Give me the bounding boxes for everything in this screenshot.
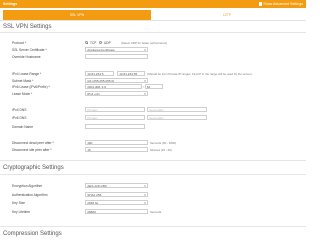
subnet-select[interactable]: /24 (255.255.255.0) ▾ [85,77,148,83]
idle-peer-hint: Minutes (15 - 60) [150,148,172,153]
enc-select[interactable]: AES-128-CBC ▾ [85,183,148,189]
section-divider [0,173,306,175]
key-life-input[interactable]: 28800 [85,208,148,214]
tab-ssl-vpn[interactable]: SSL VPN [3,10,151,20]
compression-section-title: Compression Settings [3,231,62,237]
subnet-label: Subnet Mask * [12,78,34,83]
domain-input[interactable] [85,123,145,129]
tab-l2tp[interactable]: L2TP [152,10,302,20]
enc-label: Encryption Algorithm [12,184,43,188]
cert-value: ApplianceCertificate [87,48,115,52]
top-bar: Settings Show Advanced Settings [0,0,306,8]
ipv4-lease-hint: (Should be from Private IP ranges. First… [147,72,253,77]
ipv4-lease-start-input[interactable]: 10.81.234.5 [85,71,114,77]
lease-mode-label: Lease Mode * [12,91,33,96]
ipv4-lease-end-input[interactable]: 10.81.234.55 [117,71,145,77]
key-size-label: Key Size [12,201,26,205]
protocol-hint: (Select UDP for better performance) [121,41,168,46]
section-divider [0,226,306,227]
cert-select[interactable]: ApplianceCertificate ▾ [85,47,148,53]
chevron-down-icon: ▾ [144,184,146,188]
lease-mode-value: IPv4 only [87,91,100,96]
dead-peer-input[interactable]: 180 [85,140,148,146]
protocol-udp-label: UDP [104,41,111,45]
chevron-down-icon: ▾ [144,91,146,96]
ipv4-dns-primary-input[interactable]: Primary [85,106,145,112]
hostname-label: Override Hostname [12,55,41,59]
ipv6-prefix-input[interactable]: 64 [144,84,163,90]
subnet-value: /24 (255.255.255.0) [87,78,115,83]
protocol-label: Protocol * [12,41,27,45]
key-size-select[interactable]: 2048 bit ▾ [85,200,148,206]
cert-label: SSL Server Certificate * [12,48,47,52]
idle-peer-label: Disconnect idle peer after * [12,148,52,152]
key-life-hint: Seconds [150,209,162,214]
lease-mode-select[interactable]: IPv4 only ▾ [85,90,148,96]
ipv6-lease-input[interactable]: 2001:db8::1:0 [85,84,142,90]
domain-label: Domain Name [12,124,34,129]
chevron-down-icon: ▾ [144,78,146,83]
ipv4-dns-secondary-input[interactable]: Secondary [147,106,207,112]
chevron-down-icon: ▾ [144,192,146,197]
checkbox-icon[interactable] [258,2,263,6]
ipv4-dns-label: IPv4 DNS [12,107,27,112]
ipv6-dns-primary-input[interactable]: Primary [85,115,145,121]
chevron-down-icon: ▾ [144,201,146,205]
hostname-input[interactable] [85,54,148,60]
auth-select[interactable]: SHA2 256 ▾ [85,191,148,197]
auth-label: Authentication Algorithm [12,192,48,197]
section-divider [0,32,306,33]
crypto-section-title: Cryptographic Settings [3,165,64,171]
dead-peer-label: Disconnect dead peer after * [12,141,54,145]
tab-bar: SSL VPN L2TP [0,8,306,21]
ipv4-lease-label: IPv4 Lease Range * [12,72,42,76]
key-life-label: Key Lifetime [12,209,31,214]
auth-value: SHA2 256 [87,192,102,197]
dead-peer-hint: Seconds (60 - 1800) [150,141,177,146]
chevron-down-icon: ▾ [144,48,146,52]
ipv6-dns-secondary-input[interactable]: Secondary [147,115,207,121]
page-title: Settings [3,2,18,7]
ipv6-dns-label: IPv6 DNS [12,116,27,120]
prefix-separator: / [142,85,144,89]
ssl-section-title: SSL VPN Settings [3,23,52,30]
section-divider [0,160,306,161]
protocol-udp-radio[interactable] [99,41,103,45]
key-size-value: 2048 bit [87,201,99,205]
show-advanced-toggle[interactable]: Show Advanced Settings [258,2,303,7]
protocol-tcp-label: TCP [90,41,97,45]
show-advanced-label: Show Advanced Settings [263,2,303,7]
ipv6-lease-label: IPv6 Lease (IPv6/Prefix) * [12,85,50,89]
protocol-tcp-radio[interactable] [85,41,89,45]
enc-value: AES-128-CBC [87,184,108,188]
idle-peer-input[interactable]: 15 [85,147,148,153]
